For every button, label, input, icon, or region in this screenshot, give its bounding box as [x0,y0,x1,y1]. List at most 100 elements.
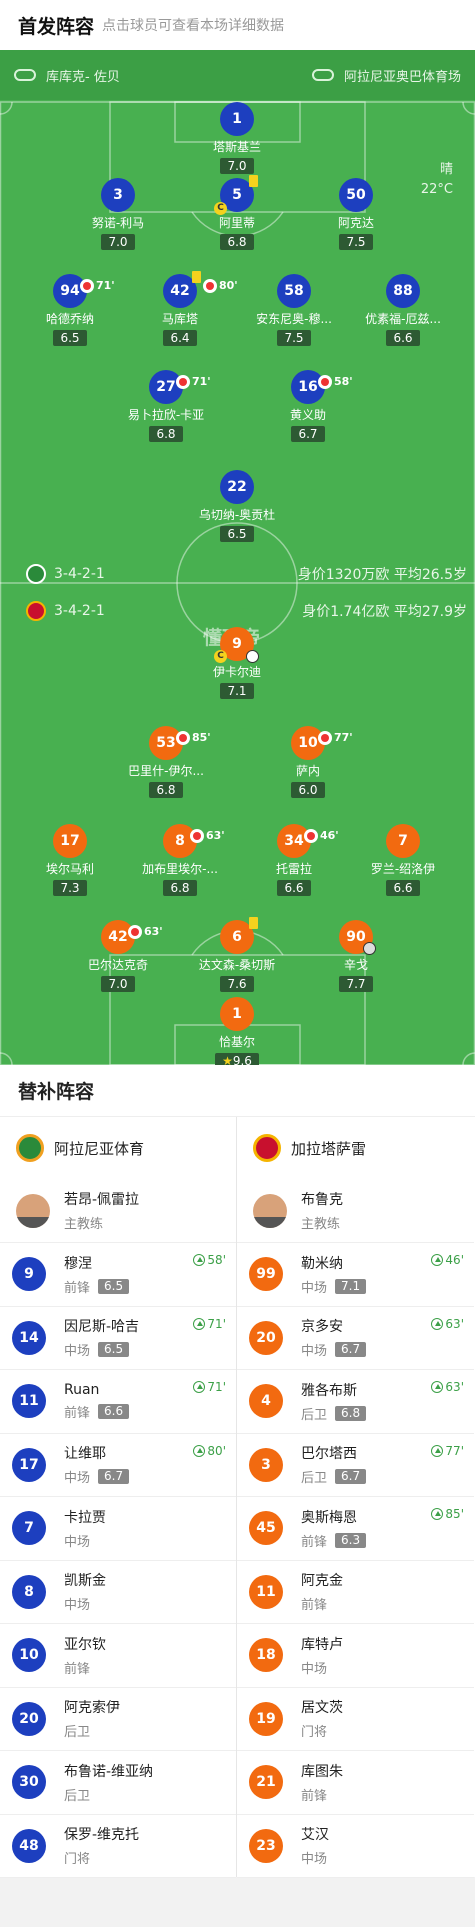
pitch: 库库克- 佐贝 阿拉尼亚奥巴体育场 晴 22°C 懂球帝 3-4-2-1 身价1… [0,50,475,1065]
player-name: 优素福-厄兹... [365,312,441,326]
home-team-badge-icon [26,564,46,584]
home-player-5[interactable]: 94 71' 哈德乔纳 6.5 [10,274,130,346]
number-text: 10 [298,735,318,751]
player-rating: 6.5 [53,330,87,346]
away-subs-column: 加拉塔萨雷 布鲁克 主教练 99 勒米纳 中场 7.1 46' 20 京多安 中场 6.7 63'… [237,1117,474,1878]
player-name: 阿克索伊 [64,1700,120,1717]
sub-out-icon [80,279,94,293]
sub-player-row[interactable]: 11 阿克金 前锋 [237,1561,474,1624]
sub-player-row[interactable]: 21 库图朱 前锋 [237,1751,474,1815]
home-crest-icon [16,1134,44,1162]
sub-player-row[interactable]: 4 雅各布斯 后卫 6.8 63' [237,1370,474,1434]
sub-player-row[interactable]: 48 保罗-维克托 门将 [0,1815,236,1878]
away-team-row[interactable]: 加拉塔萨雷 [237,1117,474,1179]
home-player-4[interactable]: 50 阿克达 7.5 [296,178,416,250]
sub-player-row[interactable]: 99 勒米纳 中场 7.1 46' [237,1243,474,1307]
player-rating: 6.4 [163,330,197,346]
away-player-11[interactable]: 1 恰基尔 ★9.6 [177,997,297,1065]
sub-player-row[interactable]: 8 凯斯金 中场 [0,1561,236,1624]
player-rating: 6.0 [291,782,325,798]
coach-avatar [16,1193,50,1228]
home-player-2[interactable]: 3 努诺-利马 7.0 [58,178,178,250]
player-name: 托雷拉 [275,862,312,876]
player-position: 中场 [301,1661,328,1677]
home-player-10[interactable]: 16 58' 黄义助 6.7 [248,370,368,442]
player-position: 中场 [64,1598,91,1614]
away-player-2[interactable]: 53 85' 巴里什-伊尔... 6.8 [106,726,226,798]
sub-player-row[interactable]: 20 京多安 中场 6.7 63' [237,1307,474,1370]
sub-player-row[interactable]: 14 因尼斯-哈吉 中场 6.5 71' [0,1307,236,1370]
player-name: 马库塔 [161,312,198,326]
player-number: 20 [249,1320,283,1355]
away-coach-row[interactable]: 布鲁克 主教练 [237,1179,474,1243]
sub-out-badge: 63' [128,915,163,949]
away-player-5[interactable]: 8 63' 加布里埃尔-... 6.8 [120,824,240,896]
yellow-card-icon [249,175,258,187]
player-number: 23 [249,1828,283,1863]
player-number: 8 [12,1574,46,1609]
coach-role: 主教练 [64,1217,104,1232]
player-position: 后卫 [64,1725,91,1741]
star-icon: ★ [222,1054,233,1065]
player-name: 塔斯基兰 [212,140,261,154]
home-team-row[interactable]: 阿拉尼亚体育 [0,1117,236,1179]
sub-in-minute: 46' [445,1253,464,1267]
home-player-9[interactable]: 27 71' 易卜拉欣-卡亚 6.8 [106,370,226,442]
away-player-4[interactable]: 17 埃尔马利 7.3 [10,824,130,896]
player-rating: 7.7 [339,976,373,992]
sub-minute: 63' [206,829,225,842]
sub-out-icon [176,375,190,389]
player-name: 穆涅 [64,1255,92,1272]
home-player-3[interactable]: 5 C 阿里蒂 6.8 [177,175,297,250]
sub-player-row[interactable]: 3 巴尔塔西 后卫 6.7 77' [237,1434,474,1497]
coach-avatar [253,1193,287,1228]
sub-in-badge: 85' [431,1507,464,1521]
sub-player-row[interactable]: 18 库特卢 中场 [237,1624,474,1688]
away-player-7[interactable]: 7 罗兰-绍洛伊 6.6 [343,824,463,896]
player-number: 1 [220,997,254,1031]
sub-player-row[interactable]: 10 亚尔钦 前锋 [0,1624,236,1688]
away-player-9[interactable]: 6 达文森-桑切斯 7.6 [177,917,297,992]
player-name: 让维耶 [64,1446,106,1463]
referee-info: 库库克- 佐贝 [14,66,120,85]
home-player-6[interactable]: 42 80' 马库塔 6.4 [120,271,240,346]
away-player-10[interactable]: 90 辛戈 7.7 [296,920,416,992]
player-rating: 6.7 [335,1469,367,1485]
player-number: 3 [249,1447,283,1482]
home-team-name: 阿拉尼亚体育 [54,1139,145,1158]
sub-in-minute: 85' [445,1507,464,1521]
stadium-icon [311,69,334,81]
home-coach-row[interactable]: 若昂-佩雷拉 主教练 [0,1179,236,1243]
sub-player-row[interactable]: 9 穆涅 前锋 6.5 58' [0,1243,236,1307]
home-player-7[interactable]: 58 安东尼奥-穆... 7.5 [234,274,354,346]
sub-out-icon [176,731,190,745]
away-player-1[interactable]: 9 C 伊卡尔迪 7.1 [177,627,297,699]
player-rating: 6.8 [149,426,183,442]
player-rating: 6.6 [386,330,420,346]
sub-player-row[interactable]: 20 阿克索伊 后卫 [0,1688,236,1751]
player-name: Ruan [64,1381,100,1398]
player-position: 前锋 [64,1405,91,1421]
away-player-3[interactable]: 10 77' 萨内 6.0 [248,726,368,798]
sub-player-row[interactable]: 23 艾汉 中场 [237,1815,474,1878]
sub-player-row[interactable]: 11 Ruan 前锋 6.6 71' [0,1370,236,1434]
player-number: 1 [220,102,254,136]
player-name: 巴尔塔西 [301,1446,357,1463]
home-player-11[interactable]: 22 乌切纳-奥贡杜 6.5 [177,470,297,542]
player-rating: 7.6 [220,976,254,992]
away-player-6[interactable]: 34 46' 托雷拉 6.6 [234,824,354,896]
sub-in-minute: 63' [445,1380,464,1394]
number-text: 53 [156,735,176,751]
sub-player-row[interactable]: 7 卡拉贾 中场 [0,1497,236,1561]
sub-player-row[interactable]: 45 奥斯梅恩 前锋 6.3 85' [237,1497,474,1561]
sub-player-row[interactable]: 17 让维耶 中场 6.7 80' [0,1434,236,1497]
player-number: 11 [249,1574,283,1609]
home-player-8[interactable]: 88 优素福-厄兹... 6.6 [343,274,463,346]
sub-player-row[interactable]: 19 居文茨 门将 [237,1688,474,1751]
home-player-1[interactable]: 1 塔斯基兰 7.0 [177,102,297,174]
sub-minute: 85' [192,731,211,744]
home-formation-row: 3-4-2-1 身价1320万欧 平均26.5岁 [0,562,475,586]
player-number: 99 [249,1257,283,1292]
away-player-8[interactable]: 42 63' 巴尔达克奇 7.0 [58,920,178,992]
sub-player-row[interactable]: 30 布鲁诺-维亚纳 后卫 [0,1751,236,1815]
